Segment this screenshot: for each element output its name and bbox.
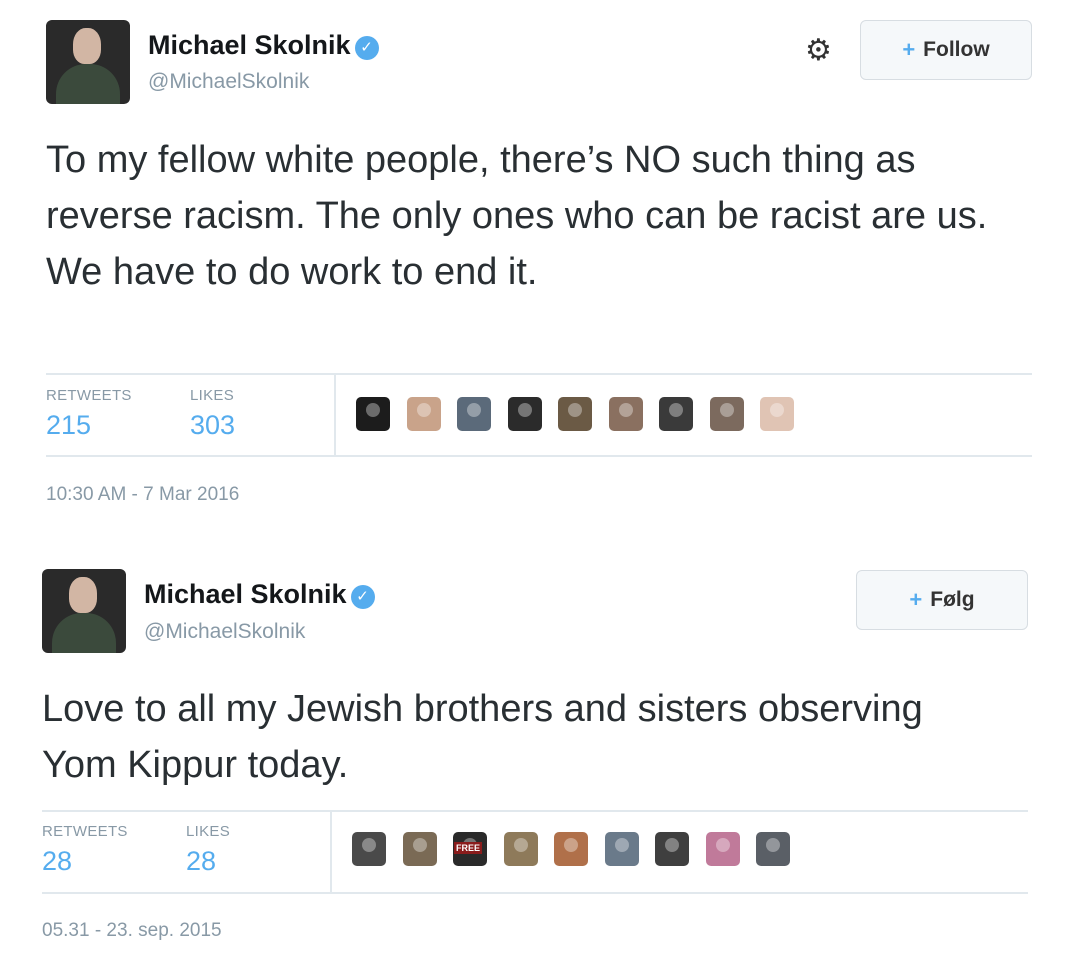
likes-count[interactable]: 28 bbox=[186, 846, 216, 877]
liker-avatar[interactable] bbox=[558, 397, 592, 431]
liker-badge: FREE bbox=[454, 842, 483, 854]
liker-avatar[interactable] bbox=[756, 832, 790, 866]
follow-button[interactable]: + Follow bbox=[860, 20, 1032, 80]
author-name-link[interactable]: Michael Skolnik ✓ bbox=[148, 30, 379, 61]
timestamp[interactable]: 10:30 AM - 7 Mar 2016 bbox=[46, 484, 239, 506]
divider bbox=[330, 812, 332, 893]
liker-avatar[interactable] bbox=[352, 832, 386, 866]
retweets-label: RETWEETS bbox=[46, 387, 132, 404]
divider bbox=[46, 373, 1032, 375]
liker-avatar[interactable] bbox=[507, 397, 542, 431]
add-user-icon: + bbox=[902, 37, 916, 62]
liker-avatar[interactable] bbox=[604, 832, 639, 866]
divider bbox=[46, 455, 1032, 457]
likes-label: LIKES bbox=[186, 823, 231, 840]
divider bbox=[42, 810, 1028, 812]
verified-badge-icon: ✓ bbox=[354, 36, 379, 60]
retweets-label: RETWEETS bbox=[42, 823, 128, 840]
liker-avatar[interactable] bbox=[554, 832, 588, 866]
liker-avatar[interactable] bbox=[608, 397, 643, 431]
likes-label: LIKES bbox=[190, 387, 235, 404]
retweets-count[interactable]: 215 bbox=[46, 410, 91, 441]
liker-avatar[interactable] bbox=[402, 832, 437, 866]
liker-avatar[interactable] bbox=[705, 832, 740, 866]
follow-button[interactable]: + Følg bbox=[856, 570, 1028, 630]
author-name: Michael Skolnik bbox=[148, 30, 351, 60]
tweet-card: Michael Skolnik ✓ @MichaelSkolnik + Følg … bbox=[0, 553, 1080, 970]
divider bbox=[334, 375, 336, 456]
author-handle[interactable]: @MichaelSkolnik bbox=[144, 620, 305, 644]
liker-avatar[interactable]: FREE bbox=[453, 832, 487, 866]
liker-avatar[interactable] bbox=[659, 397, 693, 431]
tweet-text: To my fellow white people, there’s NO su… bbox=[46, 139, 988, 293]
liker-avatar[interactable] bbox=[655, 832, 689, 866]
likes-count[interactable]: 303 bbox=[190, 410, 235, 441]
author-handle[interactable]: @MichaelSkolnik bbox=[148, 70, 309, 94]
follow-button-label: Follow bbox=[923, 38, 990, 61]
add-user-icon: + bbox=[909, 587, 923, 612]
divider bbox=[42, 892, 1028, 894]
author-name-link[interactable]: Michael Skolnik ✓ bbox=[144, 579, 375, 610]
avatar[interactable] bbox=[42, 569, 126, 653]
tweet-card: Michael Skolnik ✓ @MichaelSkolnik ⚙ + Fol… bbox=[0, 0, 1080, 530]
liker-avatar[interactable] bbox=[356, 397, 390, 431]
liker-avatar[interactable] bbox=[503, 832, 538, 866]
timestamp[interactable]: 05.31 - 23. sep. 2015 bbox=[42, 920, 222, 942]
tweet-text: Love to all my Jewish brothers and siste… bbox=[42, 688, 923, 786]
liker-avatar[interactable] bbox=[760, 397, 794, 431]
liker-avatar[interactable] bbox=[406, 397, 441, 431]
retweets-count[interactable]: 28 bbox=[42, 846, 72, 877]
liker-avatar[interactable] bbox=[457, 397, 491, 431]
avatar[interactable] bbox=[46, 20, 130, 104]
liker-avatar[interactable] bbox=[709, 397, 744, 431]
verified-badge-icon: ✓ bbox=[350, 585, 375, 609]
follow-button-label: Følg bbox=[930, 588, 975, 611]
author-name: Michael Skolnik bbox=[144, 579, 347, 609]
gear-icon[interactable]: ⚙ bbox=[805, 36, 832, 66]
